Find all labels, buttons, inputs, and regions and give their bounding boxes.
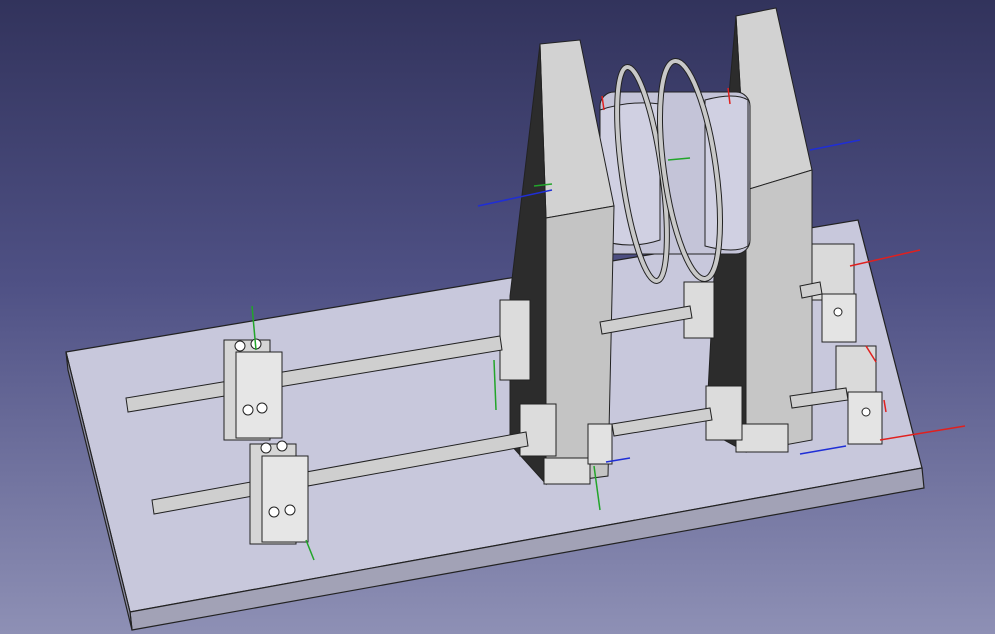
cable-drum[interactable] — [599, 57, 751, 284]
3d-viewport[interactable] — [0, 0, 995, 634]
rod-clamp-block-upper[interactable] — [223, 338, 283, 441]
left-upright-plate[interactable] — [499, 39, 615, 486]
model-scene[interactable] — [0, 0, 995, 634]
rod-clamp-block-lower[interactable] — [249, 440, 309, 545]
